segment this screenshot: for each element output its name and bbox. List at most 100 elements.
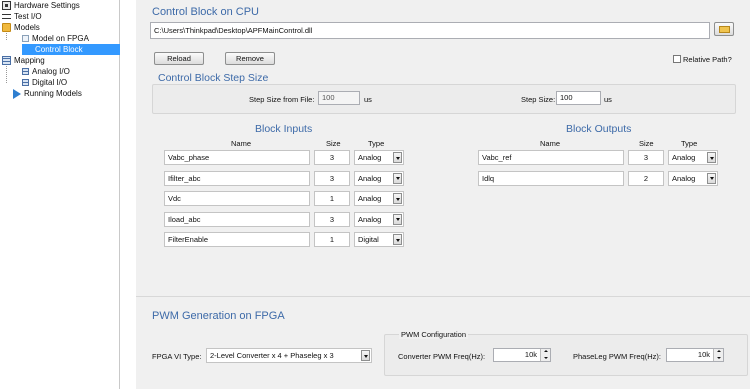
tree-item-label: Model on FPGA: [32, 34, 89, 43]
fpga-vi-type-select[interactable]: 2-Level Converter x 4 + Phaseleg x 3: [206, 348, 372, 363]
navigation-tree: Hardware Settings Test I/O Models Model …: [0, 0, 120, 389]
spin-down-icon[interactable]: [540, 355, 550, 361]
signal-name-field[interactable]: FilterEnable: [164, 232, 310, 247]
fpga-vi-type-label: FPGA VI Type:: [152, 352, 202, 361]
chevron-down-icon[interactable]: [707, 152, 716, 163]
tree-item-label: Running Models: [24, 89, 82, 98]
signal-name-field[interactable]: Vabc_ref: [478, 150, 624, 165]
signal-size-field[interactable]: 1: [314, 191, 350, 206]
pwm-config-title: PWM Configuration: [399, 330, 469, 339]
tree-item-label: Models: [14, 23, 40, 32]
signal-type-select[interactable]: Analog: [354, 170, 404, 186]
signal-type-select[interactable]: Analog: [668, 170, 718, 186]
inputs-size-header: Size: [326, 139, 341, 148]
signal-type-select[interactable]: Analog: [668, 150, 718, 165]
chevron-down-icon[interactable]: [393, 152, 402, 163]
signal-type-select[interactable]: Analog: [354, 191, 404, 206]
tree-item-digital-io[interactable]: Digital I/O: [22, 77, 67, 88]
step-size-unit: us: [604, 95, 612, 104]
signal-name-field[interactable]: Vdc: [164, 191, 310, 206]
digital-io-icon: [22, 79, 29, 86]
chevron-down-icon[interactable]: [707, 172, 716, 184]
tree-item-mapping[interactable]: Mapping: [2, 55, 45, 66]
converter-pwm-freq-label: Converter PWM Freq(Hz):: [398, 352, 486, 361]
signal-type-select[interactable]: Analog: [354, 150, 404, 165]
fpga-vi-type-value: 2-Level Converter x 4 + Phaseleg x 3: [210, 351, 334, 360]
signal-type-value: Analog: [672, 153, 696, 162]
signal-size-field[interactable]: 3: [628, 150, 664, 165]
folder-open-icon: [719, 26, 730, 33]
step-size-from-file-field: 100: [318, 91, 360, 105]
tree-item-models[interactable]: Models: [2, 22, 40, 33]
step-size-group: [152, 84, 736, 114]
chevron-down-icon[interactable]: [393, 234, 402, 245]
signal-size-field[interactable]: 3: [314, 150, 350, 165]
remove-button[interactable]: Remove: [225, 52, 275, 65]
tree-item-running-models[interactable]: Running Models: [13, 88, 82, 99]
signal-size-field[interactable]: 2: [628, 170, 664, 186]
phaseleg-pwm-freq-value: 10k: [697, 350, 710, 359]
reload-button[interactable]: Reload: [154, 52, 204, 65]
tree-item-label: Hardware Settings: [14, 1, 80, 10]
fpga-model-icon: [22, 35, 29, 42]
mapping-icon: [2, 56, 11, 65]
spin-down-icon[interactable]: [713, 355, 723, 361]
tree-item-label: Digital I/O: [32, 78, 68, 87]
phaseleg-pwm-freq-label: PhaseLeg PWM Freq(Hz):: [573, 352, 661, 361]
analog-io-icon: [22, 68, 29, 75]
outputs-size-header: Size: [639, 139, 654, 148]
inputs-name-header: Name: [231, 139, 252, 148]
signal-type-value: Digital: [358, 235, 379, 244]
signal-type-value: Analog: [358, 194, 382, 203]
phaseleg-pwm-freq-input[interactable]: 10k: [666, 348, 724, 362]
chevron-down-icon[interactable]: [361, 350, 370, 361]
folder-icon: [2, 23, 11, 32]
step-size-title: Control Block Step Size: [158, 72, 269, 84]
signal-name-field[interactable]: Ifilter_abc: [164, 170, 310, 186]
dll-path-field[interactable]: C:\Users\Thinkpad\Desktop\APFMainControl…: [150, 22, 710, 39]
pwm-separator: [136, 296, 750, 297]
signal-name-field[interactable]: Iload_abc: [164, 211, 310, 227]
signal-type-value: Analog: [358, 153, 382, 162]
relative-path-checkbox[interactable]: [673, 55, 681, 63]
signal-type-value: Analog: [358, 214, 382, 224]
signal-type-select[interactable]: Digital: [354, 232, 404, 247]
step-size-from-file-unit: us: [364, 95, 372, 104]
signal-size-field[interactable]: 1: [314, 232, 350, 247]
test-io-icon: [2, 12, 11, 21]
play-icon: [13, 88, 21, 99]
step-size-from-file-label: Step Size from File:: [249, 95, 315, 104]
step-size-label: Step Size:: [521, 95, 556, 104]
control-block-panel: Control Block on CPU C:\Users\Thinkpad\D…: [136, 0, 750, 389]
pwm-title: PWM Generation on FPGA: [152, 310, 285, 322]
tree-item-label: Control Block: [35, 45, 83, 54]
chevron-down-icon[interactable]: [393, 172, 402, 184]
chevron-down-icon[interactable]: [393, 213, 402, 225]
hardware-settings-icon: [2, 1, 11, 10]
browse-folder-button[interactable]: [714, 22, 734, 36]
signal-name-field[interactable]: Idlq: [478, 170, 624, 186]
inputs-type-header: Type: [368, 139, 385, 148]
tree-item-label: Test I/O: [14, 12, 42, 21]
control-block-title: Control Block on CPU: [152, 6, 259, 18]
tree-item-label: Mapping: [14, 56, 45, 65]
signal-size-field[interactable]: 3: [314, 211, 350, 227]
step-size-field[interactable]: 100: [556, 91, 601, 105]
signal-type-select[interactable]: Analog: [354, 211, 404, 227]
tree-item-control-block[interactable]: Control Block: [22, 44, 120, 55]
block-inputs-title: Block Inputs: [255, 123, 313, 135]
tree-item-model-on-fpga[interactable]: Model on FPGA: [22, 33, 89, 44]
signal-size-field[interactable]: 3: [314, 170, 350, 186]
converter-pwm-freq-input[interactable]: 10k: [493, 348, 551, 362]
tree-item-analog-io[interactable]: Analog I/O: [22, 66, 70, 77]
signal-type-value: Analog: [672, 173, 696, 183]
signal-type-value: Analog: [358, 173, 382, 183]
tree-item-hardware-settings[interactable]: Hardware Settings: [2, 0, 80, 11]
outputs-name-header: Name: [540, 139, 561, 148]
block-outputs-title: Block Outputs: [566, 123, 632, 135]
outputs-type-header: Type: [681, 139, 698, 148]
tree-item-test-io[interactable]: Test I/O: [2, 11, 42, 22]
chevron-down-icon[interactable]: [393, 193, 402, 204]
tree-item-label: Analog I/O: [32, 67, 70, 76]
signal-name-field[interactable]: Vabc_phase: [164, 150, 310, 165]
